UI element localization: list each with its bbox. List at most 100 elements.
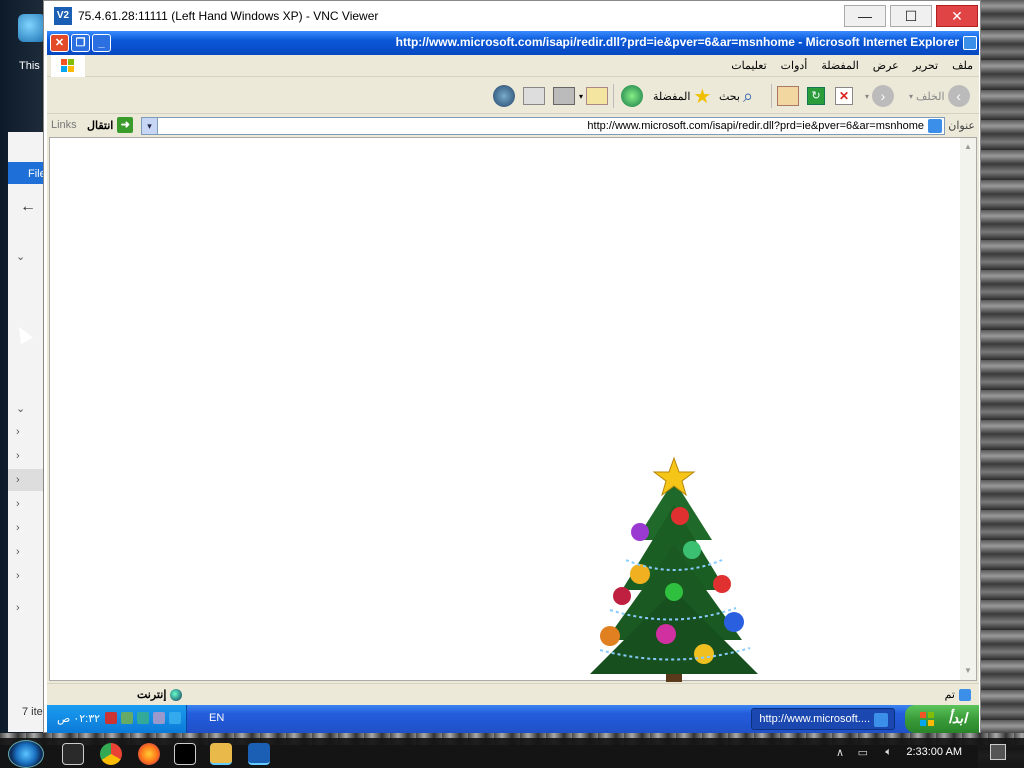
ie-task-icon: [874, 713, 888, 727]
history-icon: [621, 85, 643, 107]
vnc-logo-icon: V2: [54, 7, 72, 25]
menu-view[interactable]: عرض: [873, 59, 899, 72]
ie-close-button[interactable]: ✕: [50, 34, 69, 52]
chevron-right-icon[interactable]: ›: [16, 474, 20, 486]
status-done: تم: [945, 688, 971, 701]
address-label: عنوان: [948, 120, 975, 132]
ie-statusbar: إنترنت تم: [47, 683, 979, 705]
vnc-titlebar[interactable]: V2 75.4.61.28:11111 (Left Hand Windows X…: [44, 1, 980, 31]
mail-button[interactable]: ▾: [579, 84, 609, 108]
go-label: انتقال: [87, 119, 114, 132]
bluetooth-icon[interactable]: [169, 712, 181, 724]
terminal-icon[interactable]: [174, 743, 196, 765]
back-arrow-icon[interactable]: ←: [20, 198, 36, 216]
menu-items: ملف تحرير عرض المفضلة أدوات تعليمات: [731, 59, 973, 72]
minimize-button[interactable]: —: [844, 5, 886, 27]
scroll-down-icon[interactable]: ▼: [962, 666, 974, 676]
file-explorer-icon[interactable]: [210, 743, 232, 765]
go-button[interactable]: انتقال ➜: [87, 117, 134, 133]
home-button[interactable]: [777, 84, 799, 108]
dropdown-arrow-icon: ▾: [865, 91, 870, 101]
update-icon[interactable]: [137, 712, 149, 724]
favorites-button[interactable]: المفضلة ★: [653, 84, 711, 108]
ie-minimize-button[interactable]: _: [92, 34, 111, 52]
windows-flag-icon: [51, 55, 85, 77]
windows-flag-icon: [920, 712, 934, 726]
edit-button[interactable]: [523, 84, 545, 108]
menu-file[interactable]: ملف: [952, 59, 973, 72]
refresh-button[interactable]: ↻: [807, 84, 825, 108]
back-button[interactable]: ▾ الخلف ‹: [909, 84, 970, 108]
printer-icon: [553, 87, 575, 105]
ie-restore-button[interactable]: ❐: [71, 34, 90, 52]
maximize-button[interactable]: ☐: [890, 5, 932, 27]
this-pc-label: This: [19, 60, 40, 72]
ie-taskbar-button[interactable]: http://www.microsoft....: [751, 708, 895, 730]
chevron-right-icon[interactable]: ›: [16, 602, 20, 614]
tray-chevron-icon[interactable]: ∧: [836, 746, 844, 759]
xp-clock[interactable]: ٠٢:٣٢ ص: [57, 712, 100, 725]
address-url[interactable]: http://www.microsoft.com/isapi/redir.dll…: [587, 120, 924, 132]
chevron-down-icon[interactable]: ⌄: [16, 402, 25, 415]
scroll-up-icon[interactable]: ▲: [962, 142, 974, 152]
xp-taskbar: ٠٢:٣٢ ص EN http://www.microsoft.... ابدأ: [47, 705, 979, 733]
print-button[interactable]: [553, 84, 575, 108]
menu-tools[interactable]: أدوات: [781, 59, 808, 72]
notification-icon[interactable]: [990, 744, 1006, 760]
history-button[interactable]: [621, 84, 643, 108]
ie-toolbar: ▾ المفضلة ★ بحث ⌕ ↻ ✕ ▾ › ▾ الخلف ‹: [47, 78, 979, 114]
network-icon[interactable]: ▭: [858, 746, 868, 759]
address-field[interactable]: ▾ http://www.microsoft.com/isapi/redir.d…: [141, 117, 945, 135]
xp-system-tray: ٠٢:٣٢ ص: [47, 705, 187, 733]
chevron-right-icon[interactable]: ›: [16, 426, 20, 438]
host-clock[interactable]: 2:33:00 AM: [906, 746, 962, 758]
close-button[interactable]: ✕: [936, 5, 978, 27]
done-label: تم: [944, 689, 955, 701]
star-icon: ★: [693, 85, 712, 108]
menu-favorites[interactable]: المفضلة: [821, 59, 858, 72]
chrome-icon[interactable]: [100, 743, 122, 765]
windows-start-button[interactable]: [8, 740, 44, 768]
this-pc-icon[interactable]: [18, 14, 46, 42]
antivirus-icon[interactable]: [105, 712, 117, 724]
menu-help[interactable]: تعليمات: [731, 59, 766, 72]
address-dropdown-icon[interactable]: ▾: [142, 118, 158, 134]
xp-start-button[interactable]: ابدأ: [905, 705, 979, 733]
ie-window: ✕ ❐ _ http://www.microsoft.com/isapi/red…: [47, 31, 979, 733]
taskbar-button-label: http://www.microsoft....: [759, 713, 870, 725]
volume-icon[interactable]: 🔈︎: [885, 746, 892, 759]
task-view-icon[interactable]: [62, 743, 84, 765]
stop-button[interactable]: ✕: [835, 84, 853, 108]
mail-icon: [586, 87, 609, 105]
messenger-button[interactable]: [493, 84, 515, 108]
chevron-down-icon[interactable]: ⌄: [16, 250, 25, 263]
vnc-viewer-icon[interactable]: [248, 743, 270, 765]
chevron-right-icon[interactable]: ›: [16, 546, 20, 558]
ie-menubar: ملف تحرير عرض المفضلة أدوات تعليمات: [47, 55, 979, 77]
forward-arrow-icon: ›: [872, 85, 895, 107]
menu-edit[interactable]: تحرير: [913, 59, 938, 72]
ie-window-title: http://www.microsoft.com/isapi/redir.dll…: [395, 35, 959, 49]
ie-content-area[interactable]: ▲ ▼: [49, 137, 977, 682]
chevron-right-icon[interactable]: ›: [16, 498, 20, 510]
forward-button[interactable]: ▾ ›: [865, 84, 895, 108]
network-icon[interactable]: [121, 712, 133, 724]
christmas-tree-image: [590, 456, 758, 682]
vertical-scrollbar[interactable]: ▲ ▼: [960, 138, 976, 680]
language-indicator[interactable]: EN: [209, 712, 224, 724]
search-button[interactable]: بحث ⌕: [719, 84, 753, 108]
chevron-right-icon[interactable]: ›: [16, 450, 20, 462]
messenger-icon: [493, 85, 515, 107]
ie-titlebar[interactable]: ✕ ❐ _ http://www.microsoft.com/isapi/red…: [47, 31, 979, 55]
chevron-right-icon[interactable]: ›: [16, 522, 20, 534]
page-icon: [928, 119, 942, 133]
chevron-right-icon[interactable]: ›: [16, 570, 20, 582]
links-label[interactable]: Links: [51, 119, 77, 131]
firefox-icon[interactable]: [138, 743, 160, 765]
search-label: بحث: [719, 90, 740, 103]
selected-row[interactable]: [8, 469, 46, 491]
favorites-label: المفضلة: [653, 90, 691, 103]
tray-app-icon[interactable]: [153, 712, 165, 724]
back-label: الخلف: [916, 90, 945, 103]
edit-page-icon: [523, 87, 545, 105]
